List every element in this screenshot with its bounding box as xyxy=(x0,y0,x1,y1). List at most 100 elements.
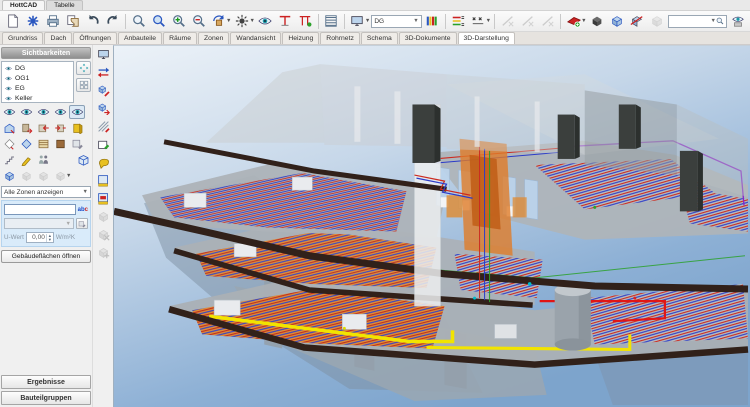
dropdown-arrow-icon[interactable]: ▼ xyxy=(226,18,231,24)
eye-cube-button[interactable] xyxy=(728,12,747,30)
copy-button[interactable] xyxy=(63,12,82,30)
window-edit-button[interactable] xyxy=(1,137,17,151)
tab-tabelle[interactable]: Tabelle xyxy=(46,0,83,10)
room-box-button[interactable] xyxy=(75,153,91,167)
pan-button[interactable] xyxy=(149,12,168,30)
print-button[interactable] xyxy=(43,12,62,30)
tab-grundriss[interactable]: Grundriss xyxy=(2,32,43,44)
layer-doc-button[interactable] xyxy=(95,173,112,188)
tab-oeffnungen[interactable]: Öffnungen xyxy=(73,32,117,44)
cube-solid-button[interactable] xyxy=(588,12,607,30)
zone-filter-combobox[interactable]: Alle Zonen anzeigen ▼ xyxy=(1,186,91,198)
chevron-down-icon: ▼ xyxy=(410,18,418,24)
rename-abc-icon[interactable]: abc xyxy=(78,207,88,213)
dropdown-arrow-icon[interactable]: ▼ xyxy=(365,18,370,24)
tab-heizung[interactable]: Heizung xyxy=(282,32,319,44)
tab-3d-dokumente[interactable]: 3D-Dokumente xyxy=(399,32,457,44)
marker-button[interactable] xyxy=(18,153,34,167)
redo-button[interactable] xyxy=(103,12,122,30)
cube-x-icon xyxy=(97,228,110,241)
floor-grid-button[interactable] xyxy=(76,78,91,92)
eye-pipes-button[interactable] xyxy=(52,105,68,119)
floor-item-og1[interactable]: OG1 xyxy=(4,73,71,83)
swap-button[interactable] xyxy=(95,65,112,80)
edit-rect-button[interactable] xyxy=(95,137,112,152)
stairs-button[interactable] xyxy=(1,153,17,167)
dropdown-arrow-icon[interactable]: ▼ xyxy=(581,18,586,24)
cube-cut-button[interactable] xyxy=(628,12,647,30)
zone-cube-button[interactable] xyxy=(1,169,17,183)
lasso-button[interactable] xyxy=(95,155,112,170)
eye-walls-button[interactable] xyxy=(18,105,34,119)
settings-button[interactable] xyxy=(23,12,42,30)
eye-icon xyxy=(258,14,272,28)
visibility-button[interactable] xyxy=(256,12,275,30)
search-input[interactable] xyxy=(671,18,711,25)
select-all-floors-button[interactable] xyxy=(76,61,91,75)
column-colors-button[interactable] xyxy=(423,12,442,30)
eye-all-button[interactable] xyxy=(1,105,17,119)
chevron-down-icon: ▼ xyxy=(80,189,88,195)
floor-item-dg[interactable]: DG xyxy=(4,63,71,73)
uwert-spinner[interactable]: 0,00 ▲▼ xyxy=(26,232,54,243)
window-icon xyxy=(20,138,33,150)
copy-icon xyxy=(66,14,80,28)
search-box[interactable]: ▼ xyxy=(668,15,727,28)
new-document-button[interactable] xyxy=(3,12,22,30)
door-visibility-button[interactable] xyxy=(69,121,85,135)
edit-cube-button[interactable] xyxy=(95,83,112,98)
tab-raeume[interactable]: Räume xyxy=(163,32,197,44)
layer-doc-red-icon xyxy=(97,192,110,205)
results-button[interactable]: Ergebnisse xyxy=(1,375,91,389)
door-panel-button[interactable] xyxy=(52,137,68,151)
dimension-rooms-button[interactable] xyxy=(296,12,315,30)
zoom-in-button[interactable] xyxy=(169,12,188,30)
zone-name-input[interactable] xyxy=(4,204,76,215)
colored-levels-button[interactable] xyxy=(449,12,468,30)
eye-toggle-button[interactable] xyxy=(69,105,85,119)
eye-icon xyxy=(71,106,84,118)
show-house-button[interactable] xyxy=(1,121,17,135)
persons-button[interactable] xyxy=(35,153,51,167)
screen-view-button[interactable] xyxy=(95,47,112,62)
window-visibility-button[interactable] xyxy=(18,137,34,151)
brightness-icon xyxy=(235,14,249,28)
tab-schema[interactable]: Schema xyxy=(361,32,398,44)
tab-zonen[interactable]: Zonen xyxy=(198,32,229,44)
zoom-out-button[interactable] xyxy=(189,12,208,30)
tab-rohrnetz[interactable]: Rohrnetz xyxy=(320,32,360,44)
browse-button[interactable] xyxy=(76,218,88,229)
dropdown-arrow-icon[interactable]: ▼ xyxy=(249,18,254,24)
hatch-button[interactable] xyxy=(95,119,112,134)
dropdown-arrow-icon[interactable]: ▼ xyxy=(486,18,491,24)
layer-doc-red-button[interactable] xyxy=(95,191,112,206)
spinner-arrows-icon[interactable]: ▲▼ xyxy=(46,234,53,242)
undo-button[interactable] xyxy=(83,12,102,30)
move-cube-button[interactable] xyxy=(95,101,112,116)
cube-wire-button[interactable] xyxy=(608,12,627,30)
tab-wandansicht[interactable]: Wandansicht xyxy=(230,32,281,44)
level-combobox[interactable]: DG▼ xyxy=(371,15,421,28)
show-building-button[interactable] xyxy=(18,121,34,135)
component-groups-button[interactable]: Bauteilgruppen xyxy=(1,391,91,405)
open-surfaces-button[interactable]: Gebäudeflächen öffnen xyxy=(1,250,91,263)
dimension-walls-button[interactable] xyxy=(276,12,295,30)
wall-view-out-button[interactable] xyxy=(52,121,68,135)
tab-dach[interactable]: Dach xyxy=(44,32,72,44)
eye-rooms-button[interactable] xyxy=(35,105,51,119)
floor-item-eg[interactable]: EG xyxy=(4,83,71,93)
table-grid-button[interactable] xyxy=(322,12,341,30)
3d-viewport[interactable] xyxy=(113,45,750,407)
panel-title: Sichtbarkeiten xyxy=(1,47,91,59)
furniture-button[interactable] xyxy=(35,137,51,151)
uwert-value: 0,00 xyxy=(27,234,46,241)
tab-3d-darstellung[interactable]: 3D-Darstellung xyxy=(458,32,515,44)
floor-list[interactable]: DG OG1 EG Keller xyxy=(1,61,74,103)
wall-view-in-button[interactable] xyxy=(35,121,51,135)
floor-item-keller[interactable]: Keller xyxy=(4,93,71,103)
tab-anbauteile[interactable]: Anbauteile xyxy=(118,32,162,44)
zoom-window-button[interactable] xyxy=(129,12,148,30)
tab-hottcad[interactable]: HottCAD xyxy=(2,0,45,10)
undo-icon xyxy=(86,14,100,28)
opening-edit-button[interactable] xyxy=(69,137,85,151)
